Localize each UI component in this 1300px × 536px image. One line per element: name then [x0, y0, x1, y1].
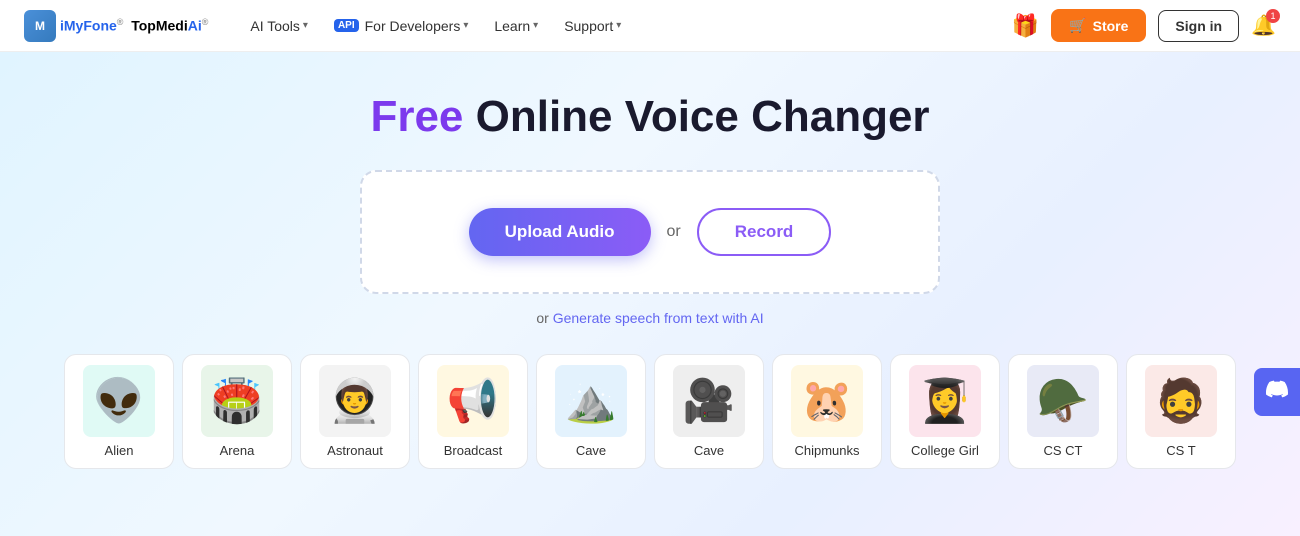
or-separator: or — [667, 223, 681, 241]
chevron-down-icon-3: ▾ — [533, 20, 538, 31]
generate-prefix: or — [536, 310, 552, 326]
hero-title-free: Free — [370, 92, 463, 141]
store-label: Store — [1093, 18, 1129, 34]
gift-icon[interactable]: 🎁 — [1012, 13, 1039, 39]
hero-title-rest: Online Voice Changer — [463, 92, 929, 141]
voice-card-label-arena: Arena — [220, 443, 255, 458]
voice-card-image-arena: 🏟️ — [201, 365, 273, 437]
voice-card-chipmunks[interactable]: 🐹 Chipmunks — [772, 354, 882, 469]
navbar: M iMyFone® TopMediAi® AI Tools ▾ API For… — [0, 0, 1300, 52]
voice-card-label-chipmunks: Chipmunks — [794, 443, 859, 458]
voice-card-cs_ct[interactable]: 🪖 CS CT — [1008, 354, 1118, 469]
discord-icon — [1266, 378, 1288, 406]
record-button[interactable]: Record — [697, 208, 832, 256]
hero-title: Free Online Voice Changer — [370, 92, 929, 142]
upload-dropzone[interactable]: Upload Audio or Record — [360, 170, 940, 294]
voice-cards-row: 👽 Alien 🏟️ Arena 👨‍🚀 Astronaut 📢 Broadca… — [0, 354, 1300, 469]
voice-card-astronaut[interactable]: 👨‍🚀 Astronaut — [300, 354, 410, 469]
nav-learn-label: Learn — [494, 18, 530, 34]
voice-card-image-chipmunks: 🐹 — [791, 365, 863, 437]
store-button[interactable]: 🛒 Store — [1051, 9, 1146, 42]
upload-audio-button[interactable]: Upload Audio — [469, 208, 651, 256]
generate-text: or Generate speech from text with AI — [536, 310, 763, 326]
api-badge: API — [334, 19, 359, 32]
voice-card-image-cs_t: 🧔 — [1145, 365, 1217, 437]
voice-card-alien[interactable]: 👽 Alien — [64, 354, 174, 469]
voice-card-image-cave2: 🎥 — [673, 365, 745, 437]
voice-card-image-college_girl: 👩‍🎓 — [909, 365, 981, 437]
upload-buttons-group: Upload Audio or Record — [469, 208, 832, 256]
cart-icon: 🛒 — [1069, 17, 1086, 34]
voice-card-label-college_girl: College Girl — [911, 443, 979, 458]
voice-card-label-cs_t: CS T — [1166, 443, 1195, 458]
voice-card-label-broadcast: Broadcast — [444, 443, 503, 458]
nav-ai-tools[interactable]: AI Tools ▾ — [240, 12, 318, 40]
logo[interactable]: M iMyFone® TopMediAi® — [24, 10, 208, 42]
logo-icon: M — [24, 10, 56, 42]
generate-link[interactable]: Generate speech from text with AI — [553, 310, 764, 326]
nav-ai-tools-label: AI Tools — [250, 18, 300, 34]
chevron-down-icon-4: ▾ — [616, 20, 621, 31]
chevron-down-icon-2: ▾ — [463, 20, 468, 31]
voice-card-label-cave2: Cave — [694, 443, 724, 458]
voice-card-broadcast[interactable]: 📢 Broadcast — [418, 354, 528, 469]
logo-text: iMyFone® TopMediAi® — [60, 17, 208, 34]
voice-card-image-alien: 👽 — [83, 365, 155, 437]
notification-bell[interactable]: 🔔 1 — [1251, 13, 1276, 38]
nav-right: 🎁 🛒 Store Sign in 🔔 1 — [1012, 9, 1276, 42]
nav-learn[interactable]: Learn ▾ — [484, 12, 548, 40]
voice-card-label-astronaut: Astronaut — [327, 443, 383, 458]
nav-support-label: Support — [564, 18, 613, 34]
nav-items: AI Tools ▾ API For Developers ▾ Learn ▾ … — [240, 12, 1011, 40]
voice-card-cave2[interactable]: 🎥 Cave — [654, 354, 764, 469]
voice-card-image-cs_ct: 🪖 — [1027, 365, 1099, 437]
voice-card-image-cave1: ⛰️ — [555, 365, 627, 437]
nav-support[interactable]: Support ▾ — [554, 12, 631, 40]
voice-card-arena[interactable]: 🏟️ Arena — [182, 354, 292, 469]
voice-card-cs_t[interactable]: 🧔 CS T — [1126, 354, 1236, 469]
nav-for-developers-label: For Developers — [365, 18, 461, 34]
notification-badge: 1 — [1266, 9, 1280, 23]
nav-for-developers[interactable]: API For Developers ▾ — [324, 12, 478, 40]
signin-button[interactable]: Sign in — [1158, 10, 1239, 42]
voice-card-label-cs_ct: CS CT — [1044, 443, 1083, 458]
voice-card-image-broadcast: 📢 — [437, 365, 509, 437]
voice-card-college_girl[interactable]: 👩‍🎓 College Girl — [890, 354, 1000, 469]
chevron-down-icon: ▾ — [303, 20, 308, 31]
voice-card-image-astronaut: 👨‍🚀 — [319, 365, 391, 437]
main-content: Free Online Voice Changer Upload Audio o… — [0, 52, 1300, 536]
logo-imyfone: iMyFone — [60, 18, 117, 34]
voice-card-label-cave1: Cave — [576, 443, 606, 458]
discord-float-button[interactable] — [1254, 368, 1300, 416]
voice-card-cave1[interactable]: ⛰️ Cave — [536, 354, 646, 469]
voice-card-label-alien: Alien — [105, 443, 134, 458]
